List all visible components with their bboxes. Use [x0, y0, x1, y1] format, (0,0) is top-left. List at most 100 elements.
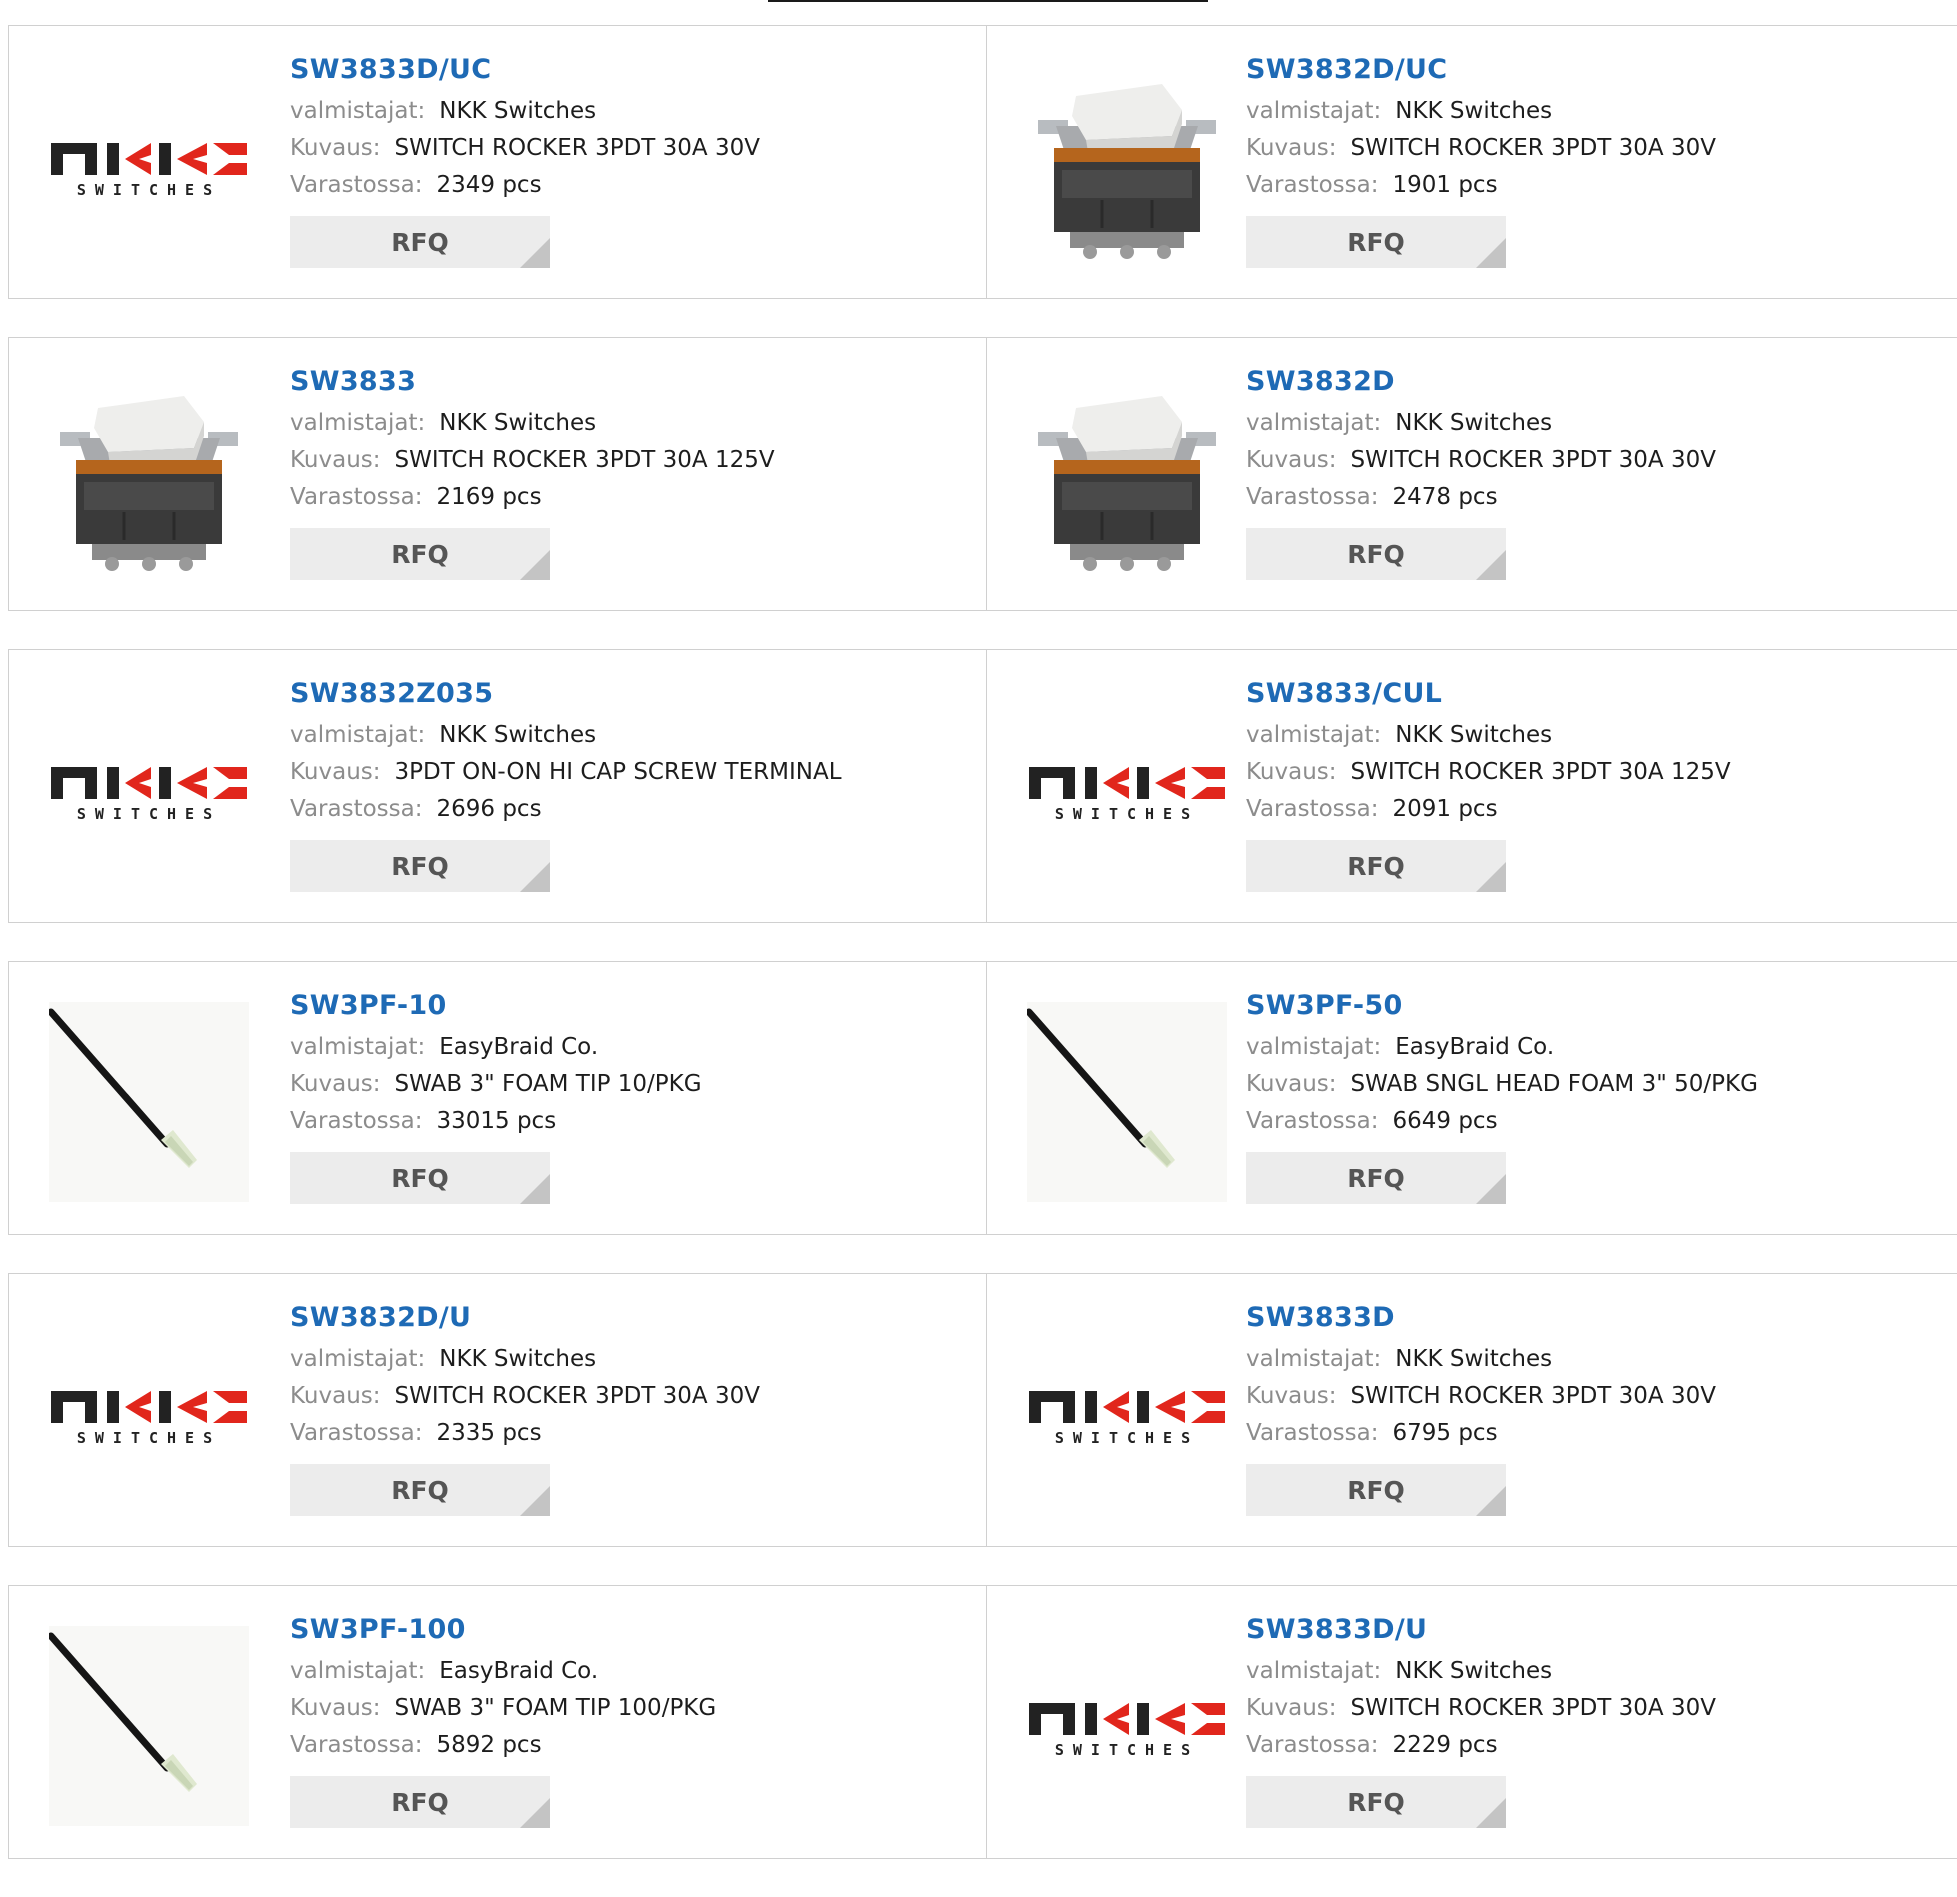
product-name-link[interactable]: SW3PF-100: [290, 1614, 976, 1645]
rfq-button[interactable]: RFQ: [1246, 1464, 1506, 1516]
stock-label: Varastossa:: [290, 1108, 423, 1134]
product-row: SW3PF-100 valmistajat: EasyBraid Co. Kuva…: [8, 1585, 1957, 1859]
corner-fold-icon: [520, 1174, 550, 1204]
product-info: SW3PF-10 valmistajat: EasyBraid Co. Kuvau…: [290, 990, 976, 1204]
nkk-logo-image[interactable]: SWITCHES: [1027, 690, 1227, 890]
product-card: SW3PF-10 valmistajat: EasyBraid Co. Kuvau…: [8, 961, 987, 1235]
manufacturer-label: valmistajat:: [290, 98, 426, 124]
swab-image[interactable]: [49, 1626, 249, 1826]
product-name-link[interactable]: SW3PF-10: [290, 990, 976, 1021]
product-name-link[interactable]: SW3PF-50: [1246, 990, 1947, 1021]
product-info: SW3832D/UC valmistajat: NKK Switches Kuva…: [1246, 54, 1947, 268]
description-line: Kuvaus: SWITCH ROCKER 3PDT 30A 125V: [290, 442, 976, 479]
nkk-logo-image[interactable]: SWITCHES: [49, 66, 249, 266]
rfq-button[interactable]: RFQ: [290, 528, 550, 580]
stock-label: Varastossa:: [1246, 484, 1379, 510]
manufacturer-value: NKK Switches: [1395, 722, 1553, 748]
description-value: SWITCH ROCKER 3PDT 30A 30V: [1350, 447, 1716, 473]
description-line: Kuvaus: SWITCH ROCKER 3PDT 30A 30V: [1246, 130, 1947, 167]
stock-line: Varastossa: 2478 pcs: [1246, 479, 1947, 516]
product-name-link[interactable]: SW3833D/UC: [290, 54, 976, 85]
rfq-button[interactable]: RFQ: [1246, 528, 1506, 580]
rfq-button[interactable]: RFQ: [290, 1776, 550, 1828]
corner-fold-icon: [520, 1798, 550, 1828]
rfq-button[interactable]: RFQ: [290, 216, 550, 268]
rfq-button[interactable]: RFQ: [1246, 216, 1506, 268]
stock-line: Varastossa: 2349 pcs: [290, 167, 976, 204]
product-info: SW3832D/U valmistajat: NKK Switches Kuvau…: [290, 1302, 976, 1516]
stock-value: 2478 pcs: [1392, 484, 1498, 510]
stock-value: 1901 pcs: [1392, 172, 1498, 198]
stock-line: Varastossa: 2169 pcs: [290, 479, 976, 516]
stock-label: Varastossa:: [290, 484, 423, 510]
product-name-link[interactable]: SW3833/CUL: [1246, 678, 1947, 709]
description-value: SWAB SNGL HEAD FOAM 3" 50/PKG: [1350, 1071, 1758, 1097]
stock-label: Varastossa:: [1246, 1732, 1379, 1758]
product-info: SW3832Z035 valmistajat: NKK Switches Kuva…: [290, 678, 976, 892]
top-divider: [768, 0, 1208, 2]
product-name-link[interactable]: SW3832Z035: [290, 678, 976, 709]
rfq-button[interactable]: RFQ: [290, 840, 550, 892]
stock-label: Varastossa:: [290, 1420, 423, 1446]
rfq-button[interactable]: RFQ: [1246, 1776, 1506, 1828]
corner-fold-icon: [1476, 550, 1506, 580]
description-line: Kuvaus: SWITCH ROCKER 3PDT 30A 30V: [290, 1378, 976, 1415]
description-value: SWITCH ROCKER 3PDT 30A 125V: [394, 447, 775, 473]
corner-fold-icon: [520, 238, 550, 268]
manufacturer-label: valmistajat:: [290, 410, 426, 436]
stock-value: 2091 pcs: [1392, 796, 1498, 822]
product-name-link[interactable]: SW3832D: [1246, 366, 1947, 397]
nkk-logo-image[interactable]: SWITCHES: [49, 690, 249, 890]
rocker-switch-image[interactable]: [49, 378, 249, 578]
product-card: SW3833 valmistajat: NKK Switches Kuvaus: S…: [8, 337, 987, 611]
svg-text:SWITCHES: SWITCHES: [77, 1429, 221, 1447]
product-name-link[interactable]: SW3833D: [1246, 1302, 1947, 1333]
product-name-link[interactable]: SW3833D/U: [1246, 1614, 1947, 1645]
rfq-button[interactable]: RFQ: [290, 1152, 550, 1204]
rfq-button[interactable]: RFQ: [1246, 840, 1506, 892]
stock-label: Varastossa:: [290, 172, 423, 198]
manufacturer-label: valmistajat:: [1246, 1346, 1382, 1372]
manufacturer-value: NKK Switches: [439, 98, 597, 124]
description-label: Kuvaus:: [1246, 447, 1337, 473]
stock-line: Varastossa: 5892 pcs: [290, 1727, 976, 1764]
corner-fold-icon: [1476, 1174, 1506, 1204]
rocker-switch-image[interactable]: [1027, 378, 1227, 578]
product-name-link[interactable]: SW3832D/U: [290, 1302, 976, 1333]
manufacturer-value: NKK Switches: [1395, 410, 1553, 436]
rfq-button[interactable]: RFQ: [290, 1464, 550, 1516]
rfq-label: RFQ: [1347, 227, 1405, 257]
nkk-logo-image[interactable]: SWITCHES: [1027, 1626, 1227, 1826]
stock-line: Varastossa: 1901 pcs: [1246, 167, 1947, 204]
swab-image[interactable]: [49, 1002, 249, 1202]
stock-value: 33015 pcs: [436, 1108, 557, 1134]
rfq-label: RFQ: [391, 227, 449, 257]
description-line: Kuvaus: SWITCH ROCKER 3PDT 30A 30V: [1246, 442, 1947, 479]
stock-value: 2229 pcs: [1392, 1732, 1498, 1758]
description-value: SWAB 3" FOAM TIP 10/PKG: [394, 1071, 702, 1097]
description-line: Kuvaus: SWITCH ROCKER 3PDT 30A 30V: [290, 130, 976, 167]
manufacturer-line: valmistajat: EasyBraid Co.: [1246, 1029, 1947, 1066]
product-name-link[interactable]: SW3832D/UC: [1246, 54, 1947, 85]
product-row: SWITCHES SW3832Z035 valmistajat: NKK Swit…: [8, 649, 1957, 923]
product-card: SW3832D/UC valmistajat: NKK Switches Kuva…: [987, 25, 1957, 299]
product-info: SW3833D/UC valmistajat: NKK Switches Kuva…: [290, 54, 976, 268]
manufacturer-label: valmistajat:: [1246, 1034, 1382, 1060]
product-info: SW3833 valmistajat: NKK Switches Kuvaus: S…: [290, 366, 976, 580]
manufacturer-value: EasyBraid Co.: [439, 1034, 599, 1060]
description-line: Kuvaus: SWAB SNGL HEAD FOAM 3" 50/PKG: [1246, 1066, 1947, 1103]
product-name-link[interactable]: SW3833: [290, 366, 976, 397]
swab-image[interactable]: [1027, 1002, 1227, 1202]
nkk-logo-image[interactable]: SWITCHES: [1027, 1314, 1227, 1514]
manufacturer-value: NKK Switches: [1395, 1346, 1553, 1372]
stock-line: Varastossa: 33015 pcs: [290, 1103, 976, 1140]
product-card: SW3PF-50 valmistajat: EasyBraid Co. Kuvau…: [987, 961, 1957, 1235]
manufacturer-line: valmistajat: EasyBraid Co.: [290, 1029, 976, 1066]
rfq-button[interactable]: RFQ: [1246, 1152, 1506, 1204]
manufacturer-line: valmistajat: NKK Switches: [1246, 1341, 1947, 1378]
nkk-logo-image[interactable]: SWITCHES: [49, 1314, 249, 1514]
stock-value: 5892 pcs: [436, 1732, 542, 1758]
rocker-switch-image[interactable]: [1027, 66, 1227, 266]
manufacturer-value: NKK Switches: [439, 1346, 597, 1372]
description-line: Kuvaus: 3PDT ON-ON HI CAP SCREW TERMINAL: [290, 754, 976, 791]
